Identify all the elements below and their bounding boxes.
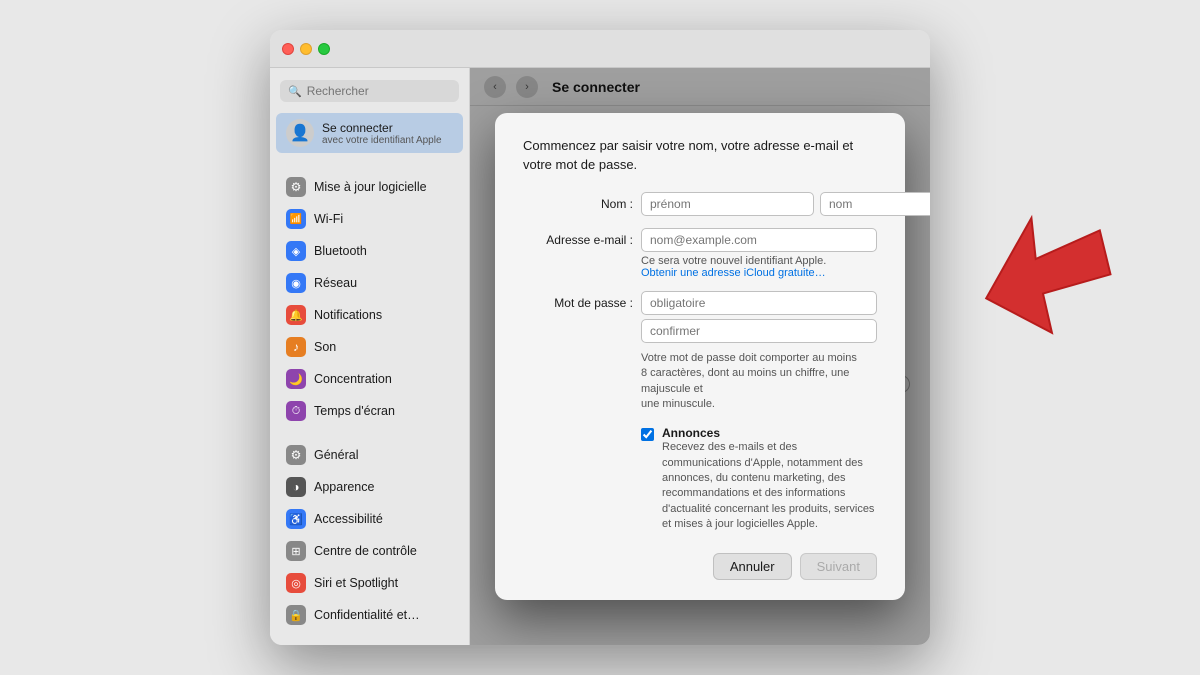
suivant-button[interactable]: Suivant [800,553,877,580]
wifi-icon: 📶 [286,209,306,229]
sidebar-item-siri[interactable]: ◎ Siri et Spotlight [276,568,463,598]
detail-panel: ‹ › Se connecter [470,68,930,645]
search-icon: 🔍 [288,85,302,98]
mac-window: 🔍 👤 Se connecter avec votre identifiant … [270,30,930,645]
sidebar-item-label: Apparence [314,480,374,494]
user-name: Se connecter [322,121,442,135]
sidebar-item-wifi[interactable]: 📶 Wi-Fi [276,204,463,234]
user-subtitle: avec votre identifiant Apple [322,135,442,146]
annonces-title: Annonces [662,426,877,440]
sidebar-user-item[interactable]: 👤 Se connecter avec votre identifiant Ap… [276,113,463,153]
annonces-row: Annonces Recevez des e-mails et des comm… [641,426,877,532]
sidebar-item-label: Wi-Fi [314,212,343,226]
modal-overlay: Commencez par saisir votre nom, votre ad… [470,68,930,645]
confirm-password-input[interactable] [641,319,877,343]
nom-row: Nom : [523,192,877,216]
sidebar-item-label: Bluetooth [314,244,367,258]
password-row: Mot de passe : Votre mot de passe doit c… [523,291,877,413]
siri-icon: ◎ [286,573,306,593]
bluetooth-icon: ◈ [286,241,306,261]
modal-title: Commencez par saisir votre nom, votre ad… [523,137,877,173]
search-bar[interactable]: 🔍 [280,80,459,102]
sidebar-item-label: Centre de contrôle [314,544,417,558]
sidebar-item-label: Concentration [314,372,392,386]
search-input[interactable] [307,84,451,98]
minimize-button[interactable] [300,43,312,55]
mise-a-jour-icon: ⚙ [286,177,306,197]
reseau-icon: ◉ [286,273,306,293]
sidebar-item-reseau[interactable]: ◉ Réseau [276,268,463,298]
sidebar-item-bluetooth[interactable]: ◈ Bluetooth [276,236,463,266]
sidebar: 🔍 👤 Se connecter avec votre identifiant … [270,68,470,645]
sidebar-item-apparence[interactable]: ◑ Apparence [276,472,463,502]
sidebar-item-label: Siri et Spotlight [314,576,398,590]
prenom-input[interactable] [641,192,814,216]
email-input[interactable] [641,228,877,252]
sidebar-item-label: Général [314,448,358,462]
sidebar-item-label: Confidentialité et… [314,608,420,622]
password-input[interactable] [641,291,877,315]
red-arrow-container [960,200,1120,405]
concentration-icon: 🌙 [286,369,306,389]
icloud-link[interactable]: Obtenir une adresse iCloud gratuite… [641,267,877,279]
confidentialite-icon: 🔒 [286,605,306,625]
sidebar-item-label: Notifications [314,308,382,322]
email-label: Adresse e-mail : [523,228,633,247]
son-icon: ♪ [286,337,306,357]
user-text-block: Se connecter avec votre identifiant Appl… [322,121,442,146]
accessibilite-icon: ♿ [286,509,306,529]
sidebar-item-label: Temps d'écran [314,404,395,418]
annonces-desc: Recevez des e-mails et des communication… [662,440,877,532]
temps-ecran-icon: ⏱ [286,401,306,421]
annuler-button[interactable]: Annuler [713,553,792,580]
nom-inputs [641,192,930,216]
password-hint: Votre mot de passe doit comporter au moi… [641,351,877,413]
annonces-checkbox[interactable] [641,428,654,441]
sidebar-item-bureau-dock[interactable]: ⬛ Bureau et Dock [276,644,463,645]
sidebar-item-temps-ecran[interactable]: ⏱ Temps d'écran [276,396,463,426]
close-button[interactable] [282,43,294,55]
sidebar-item-confidentialite[interactable]: 🔒 Confidentialité et… [276,600,463,630]
maximize-button[interactable] [318,43,330,55]
annonces-label-block: Annonces Recevez des e-mails et des comm… [662,426,877,532]
nom-label: Nom : [523,192,633,211]
sidebar-item-general[interactable]: ⚙ Général [276,440,463,470]
modal-buttons: Annuler Suivant [523,553,877,580]
general-icon: ⚙ [286,445,306,465]
email-field-group: Ce sera votre nouvel identifiant Apple. … [641,228,877,279]
sidebar-item-label: Mise à jour logicielle [314,180,427,194]
sidebar-item-notifications[interactable]: 🔔 Notifications [276,300,463,330]
password-fields: Votre mot de passe doit comporter au moi… [641,291,877,413]
red-arrow-icon [960,200,1120,400]
apparence-icon: ◑ [286,477,306,497]
sidebar-item-mise-a-jour[interactable]: ⚙ Mise à jour logicielle [276,172,463,202]
sidebar-item-son[interactable]: ♪ Son [276,332,463,362]
sidebar-item-concentration[interactable]: 🌙 Concentration [276,364,463,394]
window-body: 🔍 👤 Se connecter avec votre identifiant … [270,68,930,645]
modal-dialog: Commencez par saisir votre nom, votre ad… [495,113,905,599]
password-label: Mot de passe : [523,291,633,310]
notifications-icon: 🔔 [286,305,306,325]
title-bar [270,30,930,68]
email-helper: Ce sera votre nouvel identifiant Apple. [641,255,877,267]
avatar: 👤 [286,119,314,147]
sidebar-item-centre-controle[interactable]: ⊞ Centre de contrôle [276,536,463,566]
email-row: Adresse e-mail : Ce sera votre nouvel id… [523,228,877,279]
sidebar-item-label: Accessibilité [314,512,383,526]
nom-input[interactable] [820,192,930,216]
sidebar-item-accessibilite[interactable]: ♿ Accessibilité [276,504,463,534]
sidebar-item-label: Réseau [314,276,357,290]
sidebar-item-label: Son [314,340,336,354]
centre-controle-icon: ⊞ [286,541,306,561]
traffic-lights [282,43,330,55]
